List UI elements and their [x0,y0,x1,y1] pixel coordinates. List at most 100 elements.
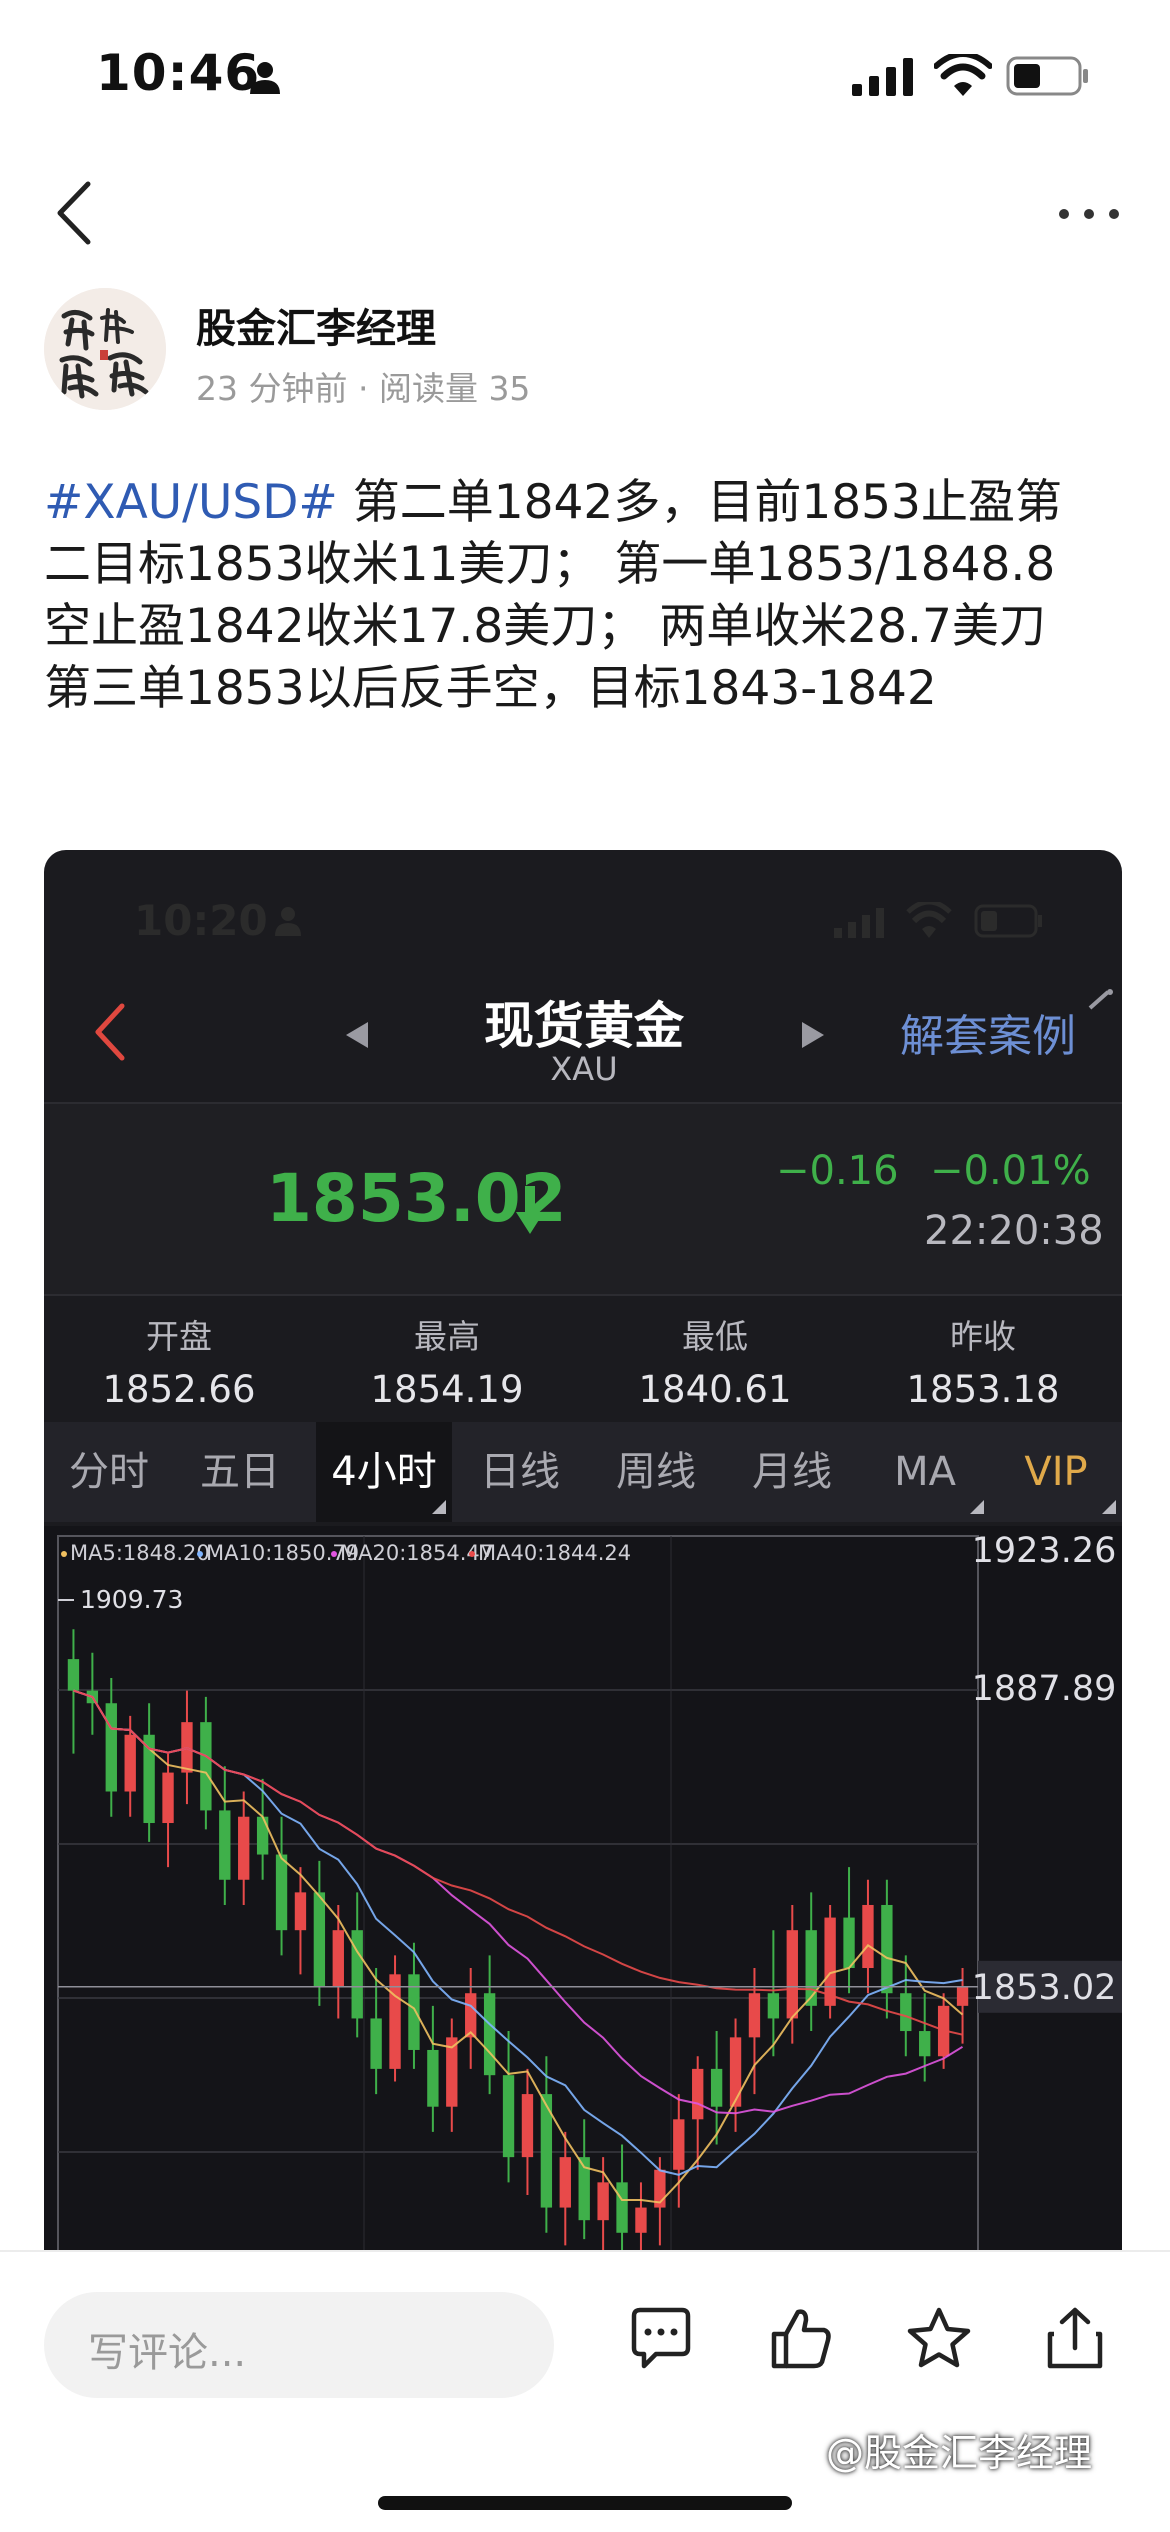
tab-daily[interactable]: 日线 [452,1422,588,1522]
instrument-title: 现货黄金 [484,997,684,1055]
post-line-3: 空止盈1842收米17.8美刀； 两单收米28.7美刀 [44,599,1046,654]
candle-body [200,1722,212,1811]
back-icon[interactable] [50,178,100,248]
post-line-1: 第二单1842多，目前1853止盈第 [337,475,1062,530]
ma-legend-dot [197,1551,203,1557]
candle-body [408,1974,420,2050]
embedded-status-time: 10:20 [134,896,268,945]
y-axis-label: 1853.02 [972,1968,1117,2008]
post-line-2: 二目标1853收米11美刀； 第一单1853/1848.8 [44,537,1056,592]
cellular-signal-icon [834,908,884,938]
back-icon[interactable] [90,1002,130,1062]
tab-vip[interactable]: VIP [990,1422,1122,1522]
period-tabs: 分时 五日 4小时 日线 周线 月线 MA VIP [44,1422,1122,1522]
tab-ma[interactable]: MA [860,1422,990,1522]
ma-legend-dot [61,1551,67,1557]
candle-body [256,1816,269,1855]
person-icon [250,62,280,94]
candle-body [521,2094,534,2158]
stat-value: 1854.19 [370,1368,524,1411]
prev-instrument-icon[interactable] [342,1020,370,1050]
price-change: −0.16 [776,1148,899,1194]
ma-legend: MA5:1848.20MA10:1850.79MA20:1854.47MA40:… [61,1541,631,1565]
case-link[interactable]: 解套案例 [900,1000,1076,1064]
stat-label: 开盘 [146,1317,212,1356]
y-axis-label: 1887.89 [972,1669,1117,1709]
candle-body [238,1816,250,1880]
stat-label: 昨收 [950,1317,1016,1356]
candle-body [275,1854,288,1931]
ma-legend-dot [331,1551,337,1557]
stat-low: 最低 1840.61 [580,1310,850,1411]
candle-body [729,2037,742,2107]
candle-body [162,1772,174,1824]
cellular-signal-icon [852,58,913,96]
candle-body [824,1917,836,2006]
tab-weekly[interactable]: 周线 [588,1422,724,1522]
candle-body [881,1904,893,1994]
candle-body [710,2068,723,2107]
wifi-icon [906,902,952,938]
candle-body [370,2018,382,2069]
candle-body [786,1930,798,2019]
candle-body [465,1993,477,2038]
dropdown-corner-icon [970,1500,984,1514]
y-axis-label: 1923.26 [972,1531,1117,1571]
annotation-label: 1909.73 [80,1585,183,1614]
down-arrow-icon [516,1186,544,1234]
favorite-star-icon[interactable] [904,2304,974,2374]
price-change-percent: −0.01% [930,1148,1091,1194]
tab-label: VIP [1024,1449,1088,1495]
candle-body [483,1993,496,2076]
stat-label: 最高 [414,1317,480,1356]
candle-body [862,1904,874,1969]
hashtag-link[interactable]: #XAU/USD# [44,475,338,530]
candle-body [843,1917,855,1969]
tab-label: 4小时 [331,1449,437,1495]
comment-placeholder: 写评论... [88,2330,247,2376]
candlestick-chart[interactable]: MA5:1848.20MA10:1850.79MA20:1854.47MA40:… [44,1526,1122,2250]
candle-body [616,2182,628,2233]
candle-body [919,2031,931,2057]
avatar[interactable] [44,288,166,410]
stat-value: 1852.66 [102,1368,256,1411]
corner-badge-icon [1088,989,1113,1010]
status-time: 10:46 [96,44,261,102]
comment-icon[interactable] [626,2304,696,2374]
like-icon[interactable] [766,2304,836,2374]
watermark: @股金汇李经理 [826,2431,1093,2475]
author-name[interactable]: 股金汇李经理 [196,296,436,354]
tab-intraday[interactable]: 分时 [44,1422,174,1522]
bottom-bar: 写评论... @股金汇李经理 [0,2250,1170,2532]
candle-body [219,1810,231,1880]
person-icon [275,907,301,936]
candle-body [427,2049,439,2107]
post-body: #XAU/USD# 第二单1842多，目前1853止盈第 二目标1853收米11… [44,472,1134,720]
ma-legend-dot [469,1551,475,1557]
candle-body [332,1930,344,1987]
tab-five-day[interactable]: 五日 [174,1422,306,1522]
divider [44,1294,1122,1296]
home-indicator[interactable] [378,2496,792,2510]
candle-body [673,2119,685,2170]
candle-body [389,1974,401,2069]
candle-body [692,2068,704,2120]
next-instrument-icon[interactable] [800,1020,828,1050]
candle-body [767,1993,780,2019]
candle-body [294,1892,307,1931]
stat-label: 最低 [682,1317,748,1356]
comment-input[interactable]: 写评论... [44,2292,554,2398]
candle-body [900,1993,912,2032]
candle-body [748,1993,761,2038]
tab-monthly[interactable]: 月线 [724,1422,860,1522]
tab-4-hour[interactable]: 4小时 [316,1422,452,1522]
candle-body [502,2075,515,2158]
wifi-icon [934,54,992,96]
candle-body [956,1986,969,2006]
share-icon[interactable] [1040,2304,1110,2374]
stat-prev-close: 昨收 1853.18 [848,1310,1118,1411]
embedded-screenshot[interactable]: 10:20 现货黄金 XAU 解套案例 1853.02 −0.16 −0.01%… [44,850,1122,2250]
candle-body [105,1703,117,1792]
stat-open: 开盘 1852.66 [44,1310,314,1411]
more-options-icon[interactable] [1056,204,1122,224]
